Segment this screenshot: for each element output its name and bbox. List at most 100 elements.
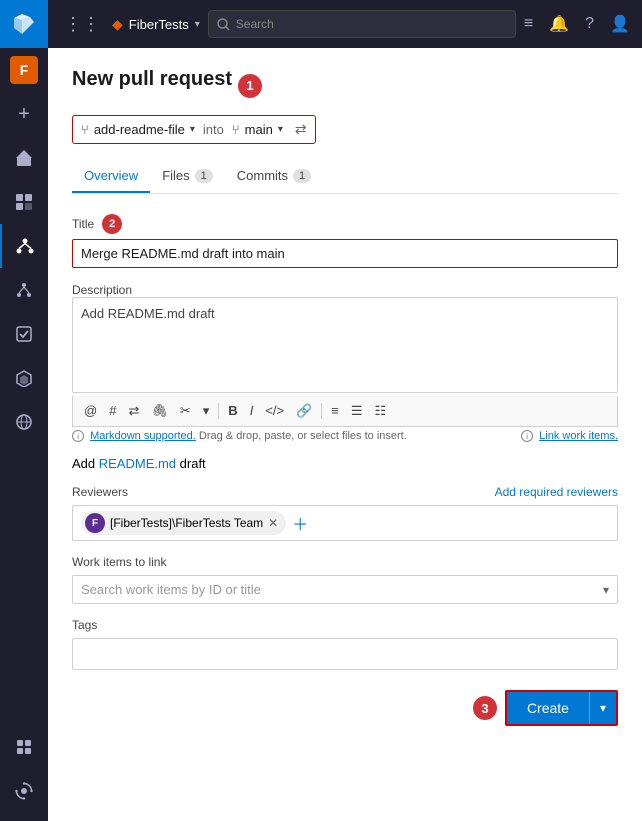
toolbar-code-btn[interactable]: </>: [260, 400, 289, 422]
reviewer-avatar: F: [85, 513, 105, 533]
toolbar-more-btn[interactable]: ▾: [198, 400, 215, 422]
step-badge-2: 2: [102, 214, 122, 234]
work-items-chevron-icon: ▾: [603, 583, 609, 597]
page-title: New pull request: [72, 68, 232, 91]
sidebar-item-repos[interactable]: [0, 224, 48, 268]
draft-link-row: Add README.md draft: [72, 456, 618, 471]
sidebar: F +: [0, 0, 48, 821]
topbar: ⋮⋮ ◆ FiberTests ▾ Search ≡ 🔔 ? 👤: [48, 0, 642, 48]
toolbar-quote-btn[interactable]: ≡: [326, 400, 344, 422]
swap-branches-button[interactable]: ⇄: [295, 121, 307, 138]
tab-commits[interactable]: Commits 1: [225, 160, 323, 193]
reviewer-remove-button[interactable]: ✕: [268, 516, 278, 530]
step-badge-3: 3: [473, 696, 497, 720]
branch-selector: ⑂ add-readme-file ▾ into ⑂ main ▾ ⇄: [72, 115, 316, 144]
tab-overview-label: Overview: [84, 168, 138, 183]
project-name: FiberTests: [129, 17, 189, 32]
topbar-hamburger[interactable]: ⋮⋮: [60, 14, 104, 35]
topbar-help-icon[interactable]: ?: [585, 15, 594, 33]
sidebar-top: F +: [0, 0, 48, 444]
description-textarea[interactable]: Add README.md draft: [72, 297, 618, 393]
sidebar-logo: [0, 0, 48, 48]
sidebar-item-pipelines[interactable]: [0, 268, 48, 312]
toolbar-strikethrough-btn[interactable]: ✂: [175, 400, 196, 422]
search-placeholder: Search: [236, 17, 274, 31]
home-icon: [15, 149, 33, 167]
draft-link[interactable]: README.md: [99, 456, 176, 471]
create-button-wrap: Create ▾: [505, 690, 618, 726]
reviewers-label: Reviewers: [72, 485, 128, 499]
toolbar-separator-2: [321, 403, 322, 419]
user-avatar[interactable]: F: [10, 56, 38, 84]
target-branch-name: main: [245, 122, 273, 137]
branch-icon-target: ⑂: [232, 122, 240, 137]
tags-input[interactable]: [72, 638, 618, 670]
tab-files[interactable]: Files 1: [150, 160, 225, 193]
create-button-chevron[interactable]: ▾: [589, 692, 616, 724]
title-group: Title 2: [72, 214, 618, 268]
topbar-search[interactable]: Search: [208, 10, 516, 38]
toolbar-hash-btn[interactable]: #: [104, 400, 121, 422]
topbar-list-icon[interactable]: ≡: [524, 15, 533, 33]
topbar-project[interactable]: ◆ FiberTests ▾: [112, 16, 200, 33]
artifacts-icon: [15, 369, 33, 387]
add-required-reviewers-link[interactable]: Add required reviewers: [495, 485, 618, 499]
reviewers-group: Reviewers Add required reviewers F [Fibe…: [72, 485, 618, 541]
toolbar-link-btn[interactable]: 🔗: [291, 400, 317, 422]
toolbar-ol-btn[interactable]: ☷: [370, 400, 392, 422]
step-badge-1: 1: [238, 74, 262, 98]
toolbar-mention-btn[interactable]: @: [79, 400, 102, 422]
testplans-icon: [15, 325, 33, 343]
source-branch-name: add-readme-file: [94, 122, 185, 137]
tags-label: Tags: [72, 618, 618, 632]
boards-icon: [15, 193, 33, 211]
topbar-user-icon[interactable]: 👤: [610, 14, 630, 34]
branch-icon-source: ⑂: [81, 122, 89, 137]
azure-devops-logo-icon: [14, 14, 34, 34]
user-avatar-wrap[interactable]: F: [0, 48, 48, 92]
tab-commits-badge: 1: [293, 169, 311, 183]
source-branch-button[interactable]: ⑂ add-readme-file ▾: [81, 122, 195, 137]
draft-link-suffix: draft: [176, 456, 206, 471]
editor-toolbar: @ # ⇄ 🖇 ✂ ▾ B I </> 🔗 ≡ ☰ ☷: [72, 396, 618, 427]
work-items-placeholder: Search work items by ID or title: [81, 582, 261, 597]
sidebar-item-add[interactable]: +: [0, 92, 48, 136]
sidebar-item-connections[interactable]: [0, 400, 48, 444]
sidebar-item-home[interactable]: [0, 136, 48, 180]
pipelines-icon: [15, 281, 33, 299]
toolbar-italic-btn[interactable]: I: [245, 400, 259, 422]
tab-files-label: Files: [162, 168, 189, 183]
reviewers-header: Reviewers Add required reviewers: [72, 485, 618, 499]
toolbar-pr-btn[interactable]: ⇄: [123, 400, 144, 422]
sidebar-item-artifacts[interactable]: [0, 356, 48, 400]
tab-bar: Overview Files 1 Commits 1: [72, 160, 618, 194]
reviewer-add-button[interactable]: ＋: [292, 511, 308, 535]
create-button[interactable]: Create: [507, 692, 589, 724]
svg-text:i: i: [77, 432, 79, 441]
toolbar-separator-1: [218, 403, 219, 419]
title-input[interactable]: [72, 239, 618, 268]
tags-group: Tags: [72, 618, 618, 670]
info-icon-2: i: [521, 430, 533, 442]
work-items-search[interactable]: Search work items by ID or title ▾: [72, 575, 618, 604]
sidebar-item-extensions[interactable]: [0, 725, 48, 769]
toolbar-ul-btn[interactable]: ☰: [346, 400, 368, 422]
sidebar-bottom: [0, 725, 48, 821]
topbar-actions: ≡ 🔔 ? 👤: [524, 14, 630, 34]
tab-overview[interactable]: Overview: [72, 160, 150, 193]
main-area: ⋮⋮ ◆ FiberTests ▾ Search ≡ 🔔 ? 👤 New pul…: [48, 0, 642, 821]
target-branch-button[interactable]: ⑂ main ▾: [232, 122, 283, 137]
sidebar-item-boards[interactable]: [0, 180, 48, 224]
sidebar-item-testplans[interactable]: [0, 312, 48, 356]
repos-icon: [16, 237, 34, 255]
link-work-items-link[interactable]: Link work items.: [539, 430, 618, 442]
connections-icon: [15, 413, 33, 431]
sidebar-item-settings[interactable]: [0, 769, 48, 813]
markdown-supported-link[interactable]: Markdown supported.: [90, 430, 196, 442]
footer-actions: 3 Create ▾: [72, 690, 618, 726]
toolbar-bold-btn[interactable]: B: [223, 400, 242, 422]
into-text: into: [203, 122, 224, 137]
draft-link-prefix: Add: [72, 456, 99, 471]
topbar-notifications-icon[interactable]: 🔔: [549, 14, 569, 34]
toolbar-attach-btn[interactable]: 🖇: [146, 400, 173, 422]
